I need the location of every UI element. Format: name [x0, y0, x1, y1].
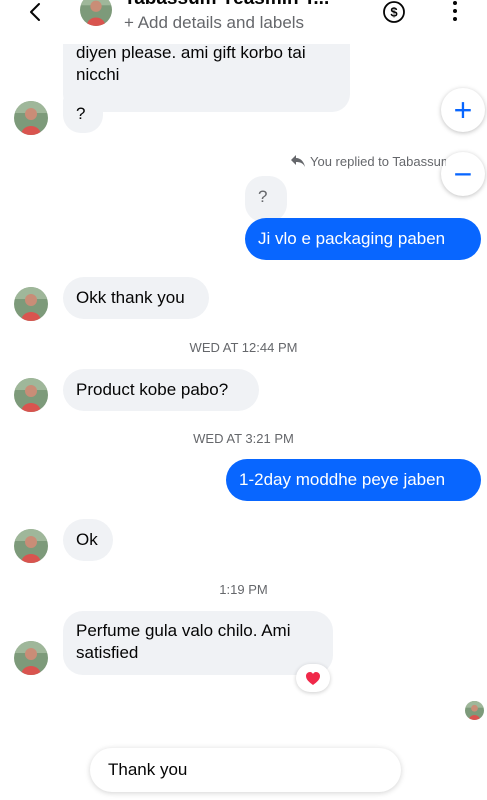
message-reaction[interactable] — [296, 664, 330, 692]
quick-reply-chip[interactable]: Thank you — [90, 748, 401, 792]
reply-icon — [291, 155, 305, 167]
conversation-header: Tabassum Yeasmin T... + Add details and … — [0, 0, 487, 44]
payment-dollar-icon[interactable]: $ — [382, 0, 406, 24]
message-text: Ji vlo e packaging paben — [258, 229, 446, 248]
timestamp: WED AT 12:44 PM — [189, 340, 298, 355]
outgoing-message[interactable]: 1-2day moddhe peye jaben — [226, 459, 481, 501]
minus-icon: − — [453, 156, 473, 192]
plus-icon: + — [453, 92, 473, 128]
sender-avatar[interactable] — [14, 378, 48, 412]
reply-indicator: You replied to Tabassum — [290, 150, 446, 172]
outgoing-message[interactable]: Ji vlo e packaging paben — [245, 218, 481, 260]
message-text: ? — [76, 104, 86, 123]
incoming-message[interactable]: Perfume gula valo chilo. Ami satisfied — [63, 611, 333, 675]
incoming-message[interactable]: Ok — [63, 519, 113, 561]
message-text: Okk thank you — [76, 288, 185, 307]
message-text: 1-2day moddhe peye jaben — [239, 470, 446, 489]
sender-avatar[interactable] — [14, 101, 48, 135]
message-text-line: diyen please. ami gift korbo tai — [76, 43, 306, 62]
zoom-out-button[interactable]: − — [441, 152, 485, 196]
timestamp: WED AT 3:21 PM — [193, 431, 294, 446]
message-text: Product kobe pabo? — [76, 380, 229, 399]
contact-avatar[interactable] — [80, 0, 112, 26]
incoming-message[interactable]: ? — [63, 95, 103, 133]
svg-text:$: $ — [390, 5, 398, 20]
more-options-icon[interactable] — [448, 0, 462, 22]
seen-receipt-avatar — [465, 701, 484, 720]
message-text-line: Perfume gula valo chilo. Ami — [76, 621, 291, 640]
message-text-line: nicchi — [76, 65, 120, 84]
message-text: Ok — [76, 530, 98, 549]
incoming-message[interactable]: Product kobe pabo? — [63, 369, 259, 411]
quoted-text: ? — [258, 187, 268, 206]
incoming-message[interactable]: Okk thank you — [63, 277, 209, 319]
timestamp: 1:19 PM — [219, 582, 268, 597]
quick-reply-text: Thank you — [108, 760, 188, 779]
heart-icon — [306, 671, 320, 685]
sender-avatar[interactable] — [14, 287, 48, 321]
contact-name[interactable]: Tabassum Yeasmin T... — [124, 0, 329, 10]
sender-avatar[interactable] — [14, 529, 48, 563]
message-text-line: satisfied — [76, 643, 139, 662]
reply-indicator-text: You replied to Tabassum — [310, 153, 446, 169]
add-details-link[interactable]: + Add details and labels — [124, 13, 304, 33]
sender-avatar[interactable] — [14, 641, 48, 675]
quoted-message[interactable]: ? — [245, 176, 287, 222]
zoom-in-button[interactable]: + — [441, 88, 485, 132]
back-arrow-icon[interactable] — [22, 0, 50, 28]
